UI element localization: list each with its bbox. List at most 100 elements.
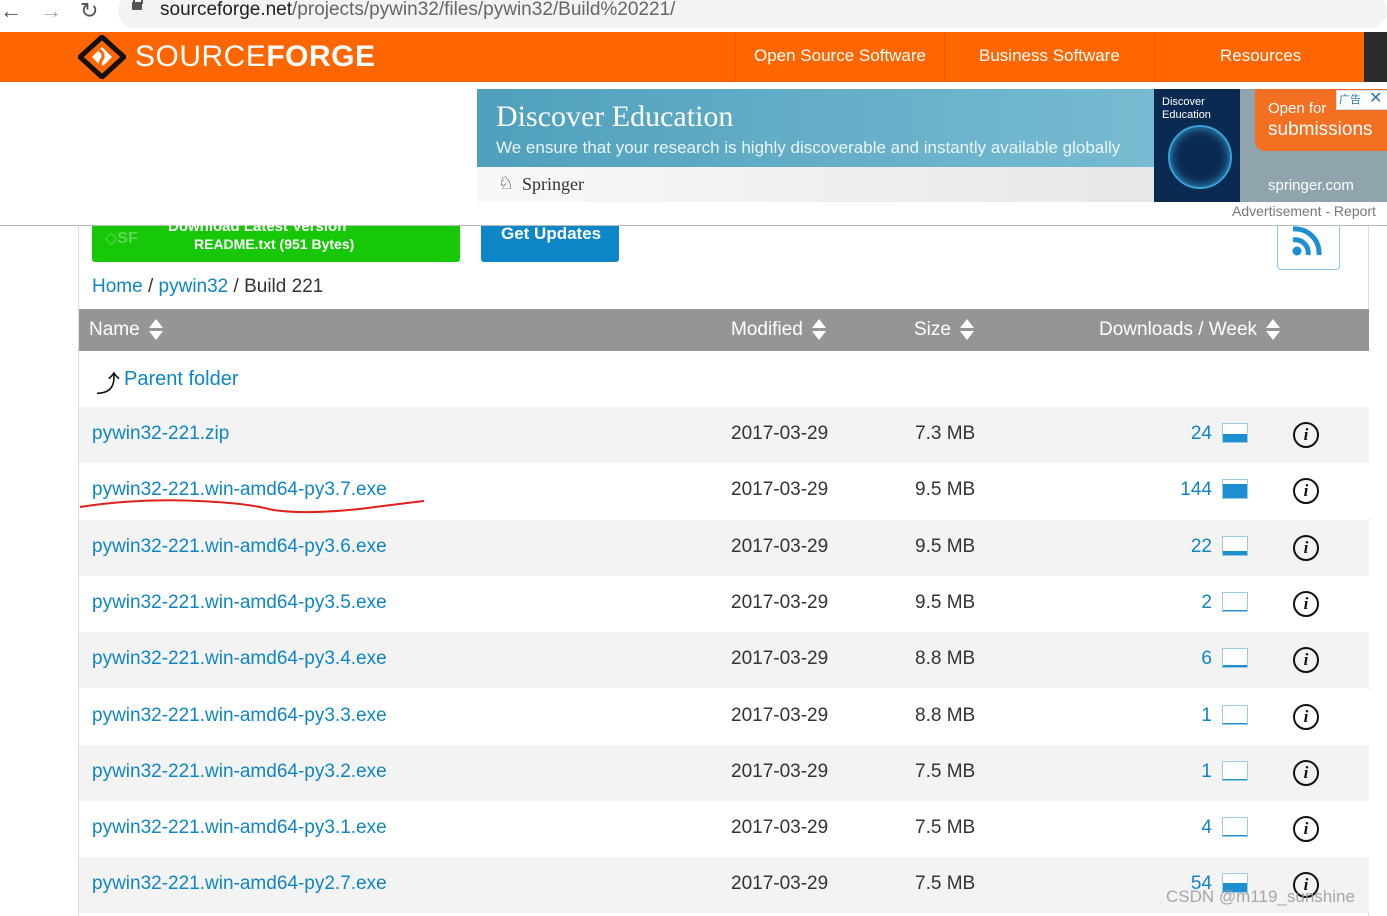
file-row[interactable]: pywin32-221.win-amd64-py3.3.exe 2017-03-2… (79, 688, 1369, 745)
file-row[interactable]: pywin32-221.win-amd64-py3.2.exe 2017-03-2… (79, 744, 1369, 801)
nav-open-source-software[interactable]: Open Source Software (754, 46, 926, 66)
downloads-sparkline[interactable] (1222, 704, 1248, 725)
sparkline-fill (1223, 433, 1247, 442)
ad-book-title: Discover Education (1162, 96, 1211, 121)
file-row[interactable]: pywin32-221.zip 2017-03-29 7.3 MB 24 i (79, 407, 1369, 463)
file-row[interactable]: pywin32-221.win-amd64-py3.6.exe 2017-03-2… (79, 519, 1369, 576)
rss-button[interactable] (1277, 226, 1340, 270)
parent-folder-row[interactable] (79, 351, 1369, 408)
sort-icon (1265, 319, 1281, 341)
file-info-icon[interactable]: i (1293, 534, 1319, 561)
file-info-icon[interactable]: i (1293, 759, 1319, 786)
downloads-sparkline[interactable] (1222, 760, 1248, 781)
nav-business-software[interactable]: Business Software (979, 46, 1120, 66)
column-header-name[interactable]: Name (89, 319, 164, 341)
file-downloads-link[interactable]: 22 (1191, 536, 1212, 558)
sort-icon (959, 319, 975, 341)
file-name-link[interactable]: pywin32-221.win-amd64-py2.7.exe (92, 873, 387, 895)
breadcrumb-current: Build 221 (244, 276, 324, 297)
download-latest-file: README.txt (951 Bytes) (194, 236, 355, 252)
file-modified: 2017-03-29 (731, 479, 829, 501)
file-downloads-link[interactable]: 1 (1201, 705, 1212, 727)
file-name-link[interactable]: pywin32-221.win-amd64-py3.6.exe (92, 536, 387, 558)
file-row[interactable]: pywin32-221.win-amd64-py3.5.exe 2017-03-2… (79, 575, 1369, 632)
get-updates-label: Get Updates (501, 224, 602, 243)
sourceforge-logo-text[interactable]: SOURCEFORGE (135, 40, 376, 74)
url-path: /projects/pywin32/files/pywin32/Build%20… (292, 0, 676, 20)
breadcrumb-separator: / (147, 276, 154, 297)
file-name-link[interactable]: pywin32-221.win-amd64-py3.3.exe (92, 705, 387, 727)
ad-cta-small: Open for (1268, 100, 1327, 117)
ad-brand[interactable]: Springer (522, 174, 584, 195)
sparkline-fill (1223, 722, 1247, 724)
file-name-link[interactable]: pywin32-221.win-amd64-py3.4.exe (92, 648, 387, 670)
springer-horse-icon: ♘ (498, 173, 515, 193)
ad-close-icon[interactable]: ✕ (1369, 88, 1382, 108)
downloads-sparkline[interactable] (1222, 423, 1248, 443)
downloads-sparkline[interactable] (1222, 817, 1248, 838)
lock-icon (132, 0, 143, 10)
file-name-link[interactable]: pywin32-221.win-amd64-py3.1.exe (92, 817, 387, 839)
file-info-icon[interactable]: i (1293, 647, 1319, 674)
file-downloads-link[interactable]: 4 (1201, 817, 1212, 839)
downloads-sparkline[interactable] (1222, 648, 1248, 669)
ad-title[interactable]: Discover Education (496, 100, 733, 134)
file-info-icon[interactable]: i (1293, 422, 1319, 448)
file-downloads-link[interactable]: 24 (1191, 423, 1212, 445)
csdn-watermark: CSDN @m119_sunshine (1166, 887, 1355, 906)
ad-subtitle[interactable]: We ensure that your research is highly d… (496, 138, 1120, 158)
downloads-sparkline[interactable] (1222, 479, 1248, 500)
ad-site: springer.com (1268, 177, 1354, 194)
file-size: 7.5 MB (915, 873, 976, 895)
breadcrumb-project[interactable]: pywin32 (159, 276, 229, 297)
parent-folder-arrow-icon: ⤴ (96, 371, 120, 398)
column-header-modified[interactable]: Modified (731, 319, 827, 341)
back-arrow-icon[interactable]: ← (0, 0, 22, 22)
file-modified: 2017-03-29 (731, 760, 829, 782)
column-size-label: Size (914, 319, 951, 341)
downloads-sparkline[interactable] (1222, 591, 1248, 612)
file-modified: 2017-03-29 (731, 648, 829, 670)
file-modified: 2017-03-29 (731, 535, 829, 557)
file-size: 7.5 MB (915, 817, 976, 839)
sort-icon (811, 319, 827, 341)
file-size: 9.5 MB (915, 591, 976, 613)
column-header-size[interactable]: Size (914, 319, 975, 341)
file-row[interactable]: pywin32-221.win-amd64-py3.1.exe 2017-03-2… (79, 801, 1369, 858)
sparkline-fill (1223, 483, 1247, 499)
file-downloads-link[interactable]: 144 (1180, 479, 1212, 501)
file-row[interactable]: pywin32-221.win-amd64-py3.4.exe 2017-03-2… (79, 632, 1369, 689)
file-size: 7.3 MB (915, 423, 976, 444)
parent-folder-link[interactable]: Parent folder (124, 368, 239, 391)
forward-arrow-icon[interactable]: → (40, 0, 62, 22)
column-header-downloads[interactable]: Downloads / Week (1099, 319, 1281, 341)
file-name-link[interactable]: pywin32-221.zip (92, 423, 229, 445)
file-name-link[interactable]: pywin32-221.win-amd64-py3.5.exe (92, 592, 387, 614)
sparkline-fill (1223, 834, 1247, 837)
column-downloads-label: Downloads / Week (1099, 319, 1258, 341)
logo-text-bold: FORGE (266, 40, 376, 73)
downloads-sparkline[interactable] (1222, 535, 1248, 556)
rss-icon (1292, 226, 1322, 256)
file-info-icon[interactable]: i (1293, 590, 1319, 617)
breadcrumb-home[interactable]: Home (92, 276, 143, 297)
nav-divider (735, 32, 736, 82)
file-info-icon[interactable]: i (1293, 703, 1319, 730)
nav-resources[interactable]: Resources (1220, 46, 1301, 66)
file-modified: 2017-03-29 (731, 423, 829, 444)
reload-icon[interactable]: ↻ (80, 0, 98, 22)
file-size: 9.5 MB (915, 535, 976, 557)
ad-caption[interactable]: Advertisement - Report (1232, 203, 1376, 219)
header-dark-edge (1364, 32, 1387, 82)
file-info-icon[interactable]: i (1293, 478, 1319, 505)
sparkline-fill (1223, 779, 1247, 780)
file-downloads-link[interactable]: 1 (1201, 761, 1212, 783)
file-name-link[interactable]: pywin32-221.win-amd64-py3.2.exe (92, 761, 387, 783)
sourceforge-logo-icon[interactable] (78, 35, 126, 79)
file-downloads-link[interactable]: 2 (1201, 592, 1212, 614)
url-text[interactable]: sourceforge.net/projects/pywin32/files/p… (160, 0, 675, 21)
file-info-icon[interactable]: i (1293, 816, 1319, 843)
file-downloads-link[interactable]: 6 (1201, 648, 1212, 670)
file-modified: 2017-03-29 (731, 817, 829, 839)
sparkline-fill (1223, 665, 1247, 668)
